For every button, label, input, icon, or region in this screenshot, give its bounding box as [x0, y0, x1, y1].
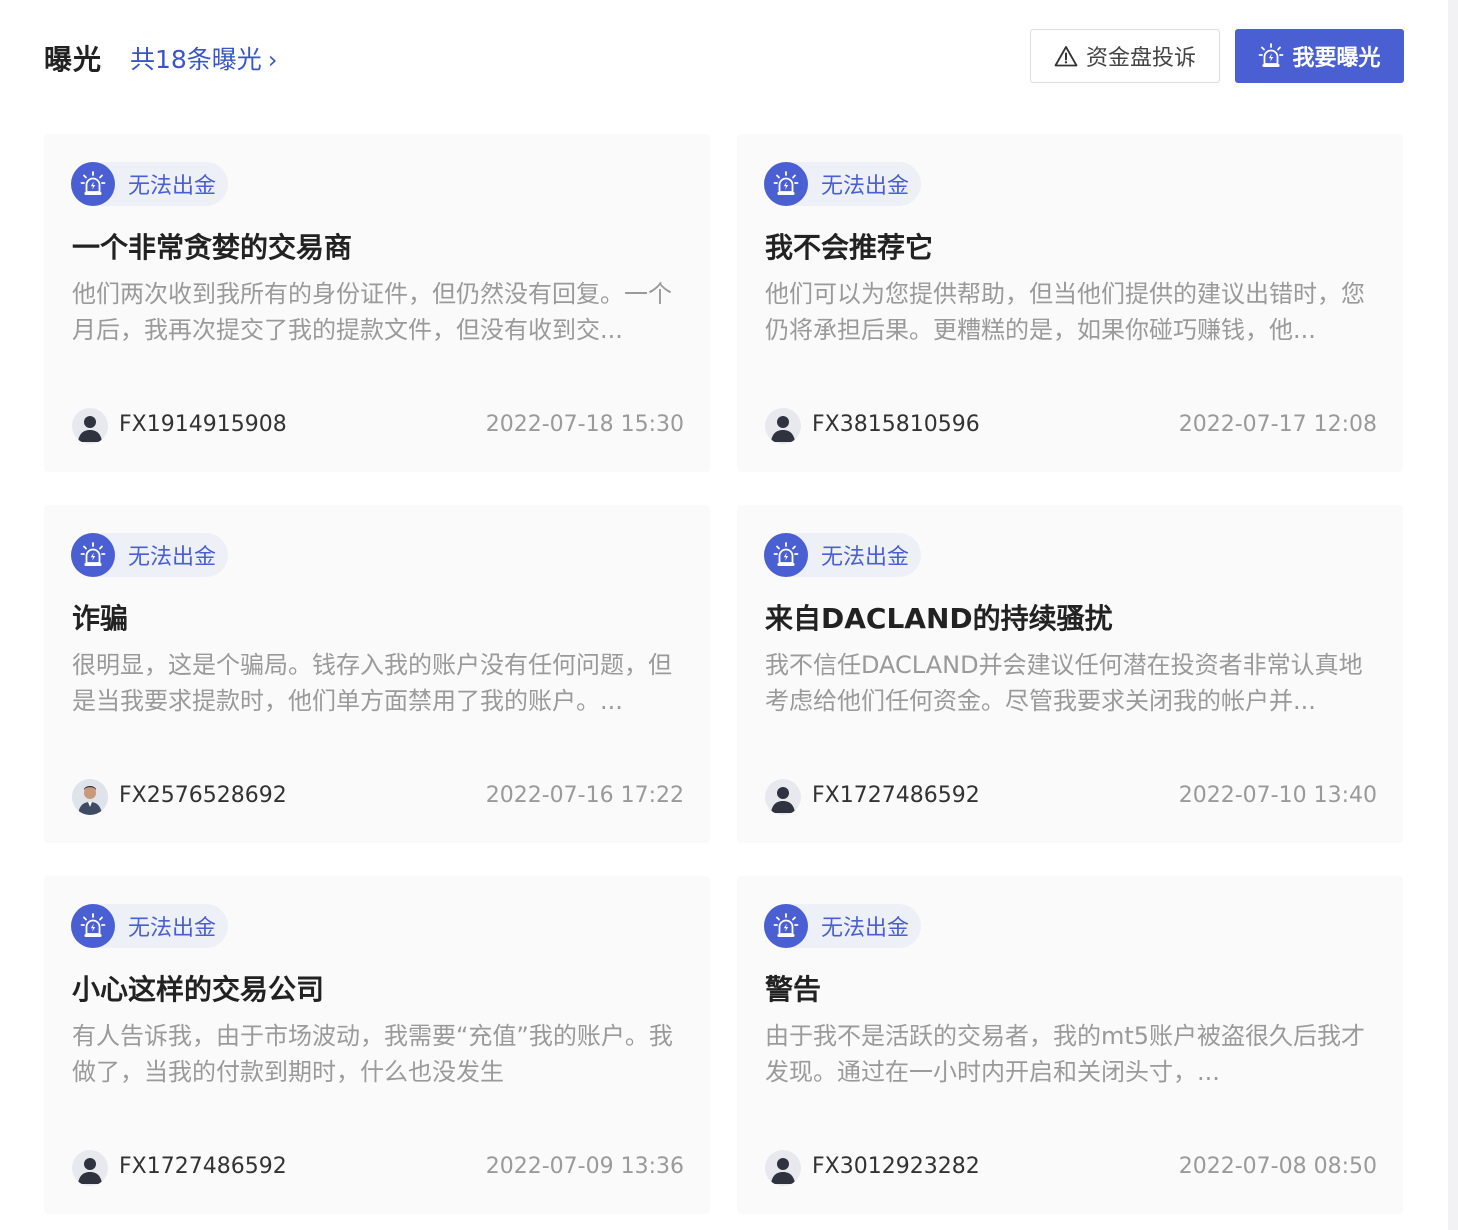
category-tag: 无法出金 [764, 533, 922, 577]
card-footer: FX3012923282 2022-07-08 08:50 [765, 1148, 1377, 1188]
card-title: 诈骗 [72, 602, 129, 635]
submit-exposure-label: 我要曝光 [1292, 46, 1381, 71]
timestamp: 2022-07-09 13:36 [485, 1154, 684, 1179]
card-description: 我不信任DACLAND并会建议任何潜在投资者非常认真地考虑给他们任何资金。尽管我… [765, 651, 1363, 715]
exposure-count-label: 共18条曝光 [130, 45, 262, 74]
category-tag-label: 无法出金 [128, 916, 217, 941]
card-description: 他们可以为您提供帮助，但当他们提供的建议出错时，您仍将承担后果。更糟糕的是，如果… [765, 280, 1365, 344]
default-avatar-icon [72, 408, 108, 444]
card-footer: FX1727486592 2022-07-09 13:36 [72, 1148, 684, 1188]
default-avatar-icon [765, 779, 801, 815]
user-id: FX1914915908 [119, 412, 287, 437]
exposure-page: 曝光 共18条曝光 › 资金盘投诉 我要曝光 无法出金 一个非常贪婪的交易商 他… [0, 0, 1448, 1230]
card-title: 一个非常贪婪的交易商 [72, 231, 353, 264]
user-id: FX3815810596 [812, 412, 980, 437]
category-tag: 无法出金 [71, 904, 229, 948]
scrollbar-track[interactable] [1448, 0, 1458, 1230]
card-footer: FX3815810596 2022-07-17 12:08 [765, 406, 1377, 446]
alarm-icon [71, 533, 115, 577]
card-description: 他们两次收到我所有的身份证件，但仍然没有回复。一个月后，我再次提交了我的提款文件… [72, 280, 672, 344]
submit-exposure-button[interactable]: 我要曝光 [1235, 29, 1404, 83]
ponzi-complaint-button[interactable]: 资金盘投诉 [1030, 29, 1220, 83]
exposure-card[interactable]: 无法出金 小心这样的交易公司 有人告诉我，由于市场波动，我需要“充值”我的账户。… [44, 876, 710, 1214]
alarm-icon [71, 162, 115, 206]
exposure-card[interactable]: 无法出金 我不会推荐它 他们可以为您提供帮助，但当他们提供的建议出错时，您仍将承… [737, 134, 1403, 472]
user-id: FX1727486592 [812, 783, 980, 808]
default-avatar-icon [72, 1150, 108, 1186]
alarm-icon [1259, 43, 1284, 67]
category-tag: 无法出金 [764, 904, 922, 948]
alarm-icon [764, 162, 808, 206]
exposure-card[interactable]: 无法出金 一个非常贪婪的交易商 他们两次收到我所有的身份证件，但仍然没有回复。一… [44, 134, 710, 472]
card-description: 有人告诉我，由于市场波动，我需要“充值”我的账户。我做了，当我的付款到期时，什么… [72, 1022, 673, 1086]
card-title: 小心这样的交易公司 [72, 973, 325, 1006]
category-tag: 无法出金 [71, 533, 229, 577]
warning-icon [1054, 46, 1078, 67]
card-title: 来自DACLAND的持续骚扰 [765, 602, 1113, 635]
exposure-card[interactable]: 无法出金 警告 由于我不是活跃的交易者，我的mt5账户被盗很久后我才发现。通过在… [737, 876, 1403, 1214]
user-id: FX3012923282 [812, 1154, 980, 1179]
card-title: 警告 [765, 973, 822, 1006]
timestamp: 2022-07-17 12:08 [1178, 412, 1377, 437]
timestamp: 2022-07-08 08:50 [1178, 1154, 1377, 1179]
category-tag-label: 无法出金 [128, 545, 217, 570]
exposure-header: 曝光 共18条曝光 › 资金盘投诉 我要曝光 [44, 28, 1404, 84]
category-tag-label: 无法出金 [821, 916, 910, 941]
timestamp: 2022-07-16 17:22 [485, 783, 684, 808]
timestamp: 2022-07-10 13:40 [1178, 783, 1377, 808]
photo-avatar-icon [72, 779, 108, 815]
user-id: FX1727486592 [119, 1154, 287, 1179]
default-avatar-icon [765, 1150, 801, 1186]
category-tag: 无法出金 [764, 162, 922, 206]
card-footer: FX2576528692 2022-07-16 17:22 [72, 777, 684, 817]
category-tag-label: 无法出金 [821, 545, 910, 570]
card-footer: FX1727486592 2022-07-10 13:40 [765, 777, 1377, 817]
timestamp: 2022-07-18 15:30 [485, 412, 684, 437]
category-tag: 无法出金 [71, 162, 229, 206]
exposure-card[interactable]: 无法出金 来自DACLAND的持续骚扰 我不信任DACLAND并会建议任何潜在投… [737, 505, 1403, 843]
user-id: FX2576528692 [119, 783, 287, 808]
exposure-card[interactable]: 无法出金 诈骗 很明显，这是个骗局。钱存入我的账户没有任何问题，但是当我要求提款… [44, 505, 710, 843]
alarm-icon [764, 904, 808, 948]
card-footer: FX1914915908 2022-07-18 15:30 [72, 406, 684, 446]
card-description: 很明显，这是个骗局。钱存入我的账户没有任何问题，但是当我要求提款时，他们单方面禁… [72, 651, 672, 715]
card-title: 我不会推荐它 [765, 231, 934, 264]
category-tag-label: 无法出金 [821, 174, 910, 199]
card-description: 由于我不是活跃的交易者，我的mt5账户被盗很久后我才发现。通过在一小时内开启和关… [765, 1022, 1366, 1086]
page-title: 曝光 [44, 43, 103, 76]
alarm-icon [71, 904, 115, 948]
default-avatar-icon [765, 408, 801, 444]
chevron-right-icon: › [267, 46, 278, 74]
category-tag-label: 无法出金 [128, 174, 217, 199]
exposure-count-link[interactable]: 共18条曝光 › [130, 40, 277, 76]
ponzi-complaint-label: 资金盘投诉 [1085, 46, 1196, 71]
alarm-icon [764, 533, 808, 577]
